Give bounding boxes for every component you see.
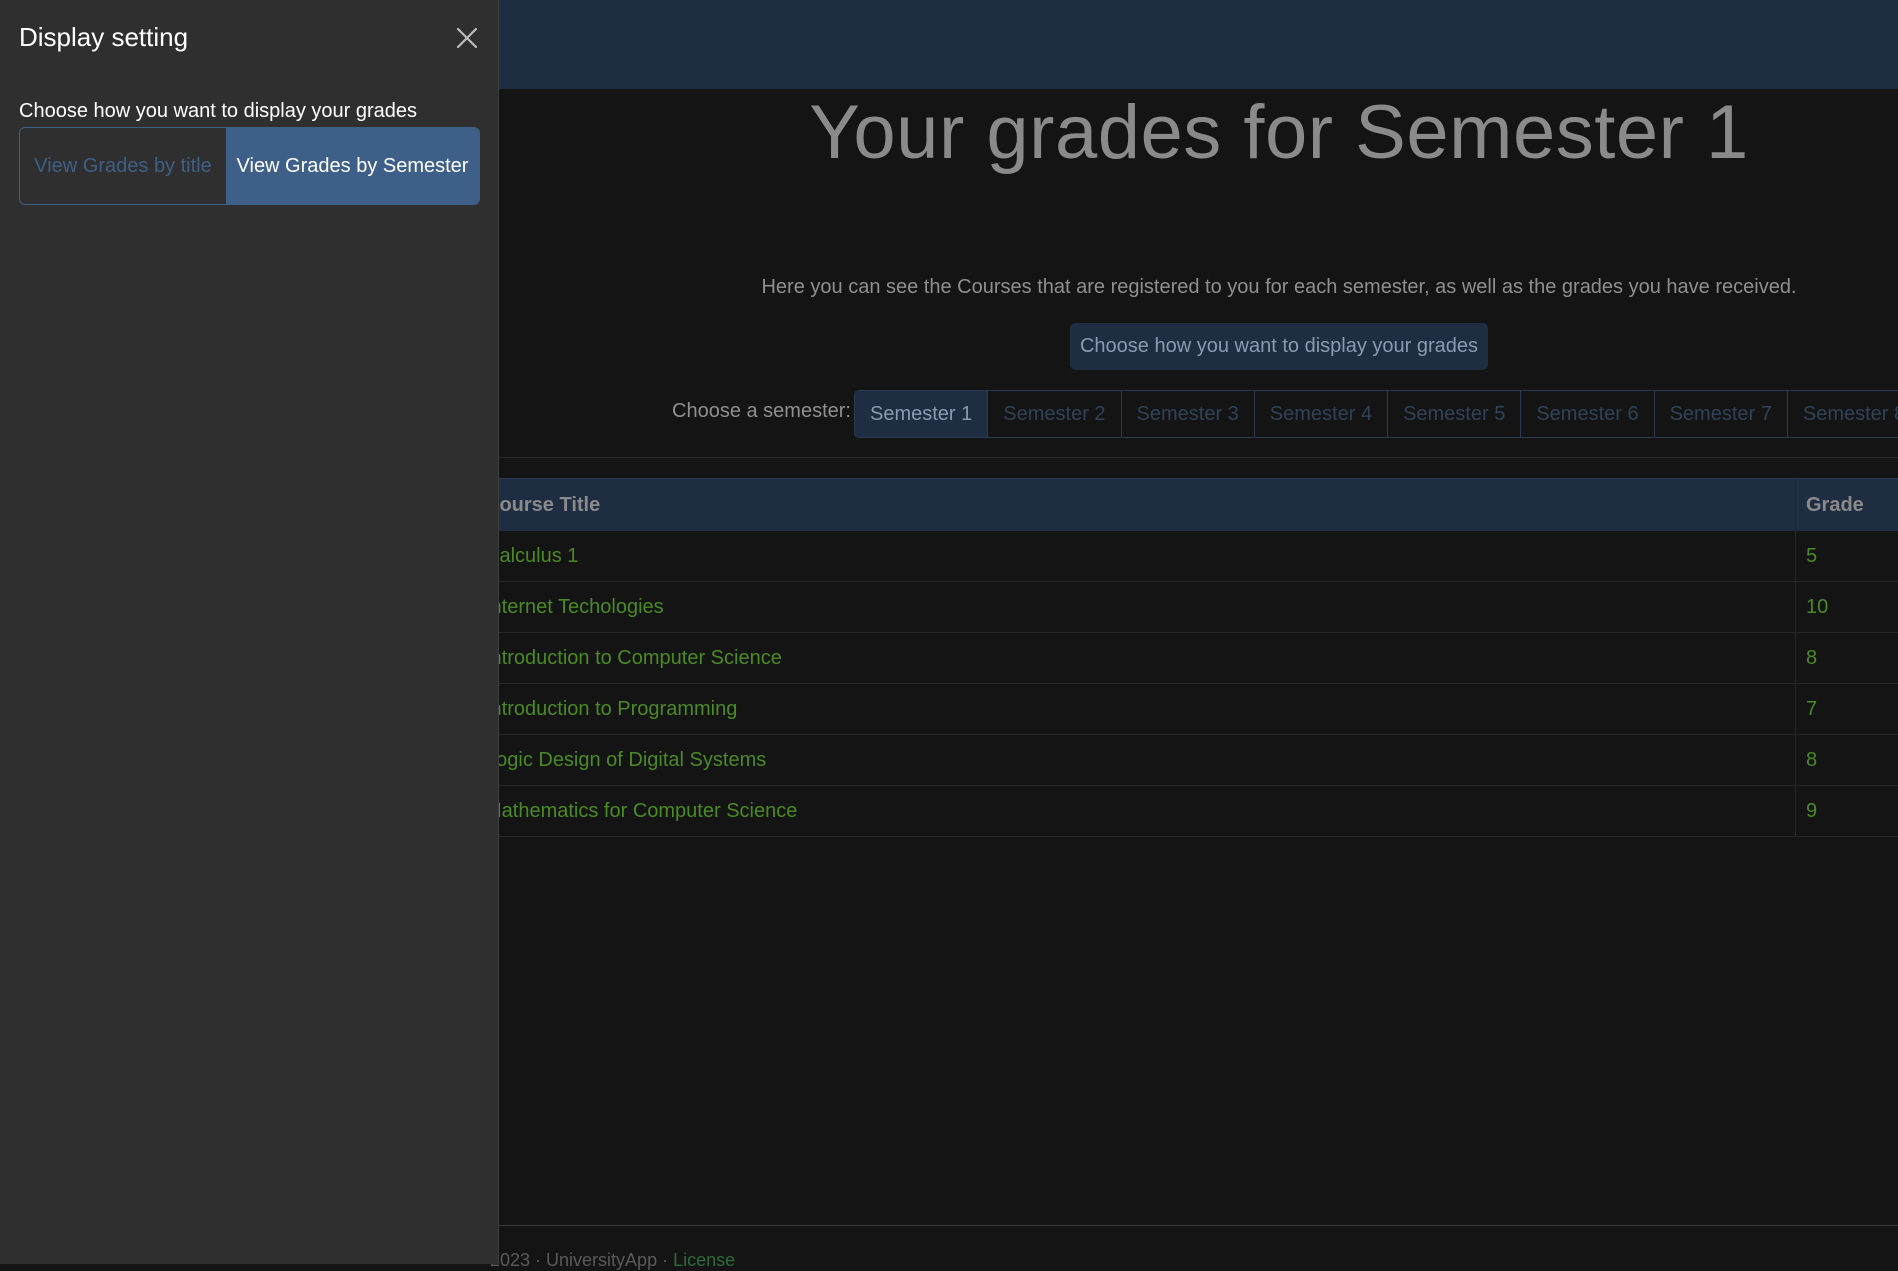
table-row: Mathematics for Computer Science 9: [475, 786, 1898, 837]
display-settings-offcanvas: Display setting Choose how you want to d…: [0, 0, 499, 1264]
footer-text: 2023 · UniversityApp ·: [490, 1250, 668, 1270]
semester-7-button[interactable]: Semester 7: [1655, 391, 1788, 437]
semester-6-button[interactable]: Semester 6: [1521, 391, 1654, 437]
column-header-grade: Grade: [1796, 479, 1898, 532]
grade-cell: 8: [1796, 633, 1898, 684]
grade-cell: 10: [1796, 582, 1898, 633]
semester-4-button[interactable]: Semester 4: [1255, 391, 1388, 437]
semester-button-group: Semester 1 Semester 2 Semester 3 Semeste…: [854, 390, 1898, 438]
semester-2-button[interactable]: Semester 2: [988, 391, 1121, 437]
grade-cell: 7: [1796, 684, 1898, 735]
table-row: Internet Techologies 10: [475, 582, 1898, 633]
grades-table: Course Title Grade Calculus 1 5 Internet…: [475, 478, 1898, 837]
table-row: Introduction to Programming 7: [475, 684, 1898, 735]
display-settings-button[interactable]: Choose how you want to display your grad…: [1070, 323, 1488, 370]
semester-1-button[interactable]: Semester 1: [855, 391, 988, 437]
table-row: Calculus 1 5: [475, 531, 1898, 582]
semester-3-button[interactable]: Semester 3: [1122, 391, 1255, 437]
close-icon: [449, 20, 485, 56]
footer-divider: [499, 1225, 1898, 1226]
course-title-link[interactable]: Introduction to Programming: [475, 684, 1796, 735]
course-title-link[interactable]: Internet Techologies: [475, 582, 1796, 633]
section-divider: [499, 457, 1898, 458]
intro-text: Here you can see the Courses that are re…: [500, 276, 1898, 299]
course-title-link[interactable]: Mathematics for Computer Science: [475, 786, 1796, 837]
table-row: Logic Design of Digital Systems 8: [475, 735, 1898, 786]
grade-cell: 8: [1796, 735, 1898, 786]
view-by-semester-button[interactable]: View Grades by Semester: [226, 128, 479, 204]
page-title: Your grades for Semester 1: [500, 90, 1898, 176]
offcanvas-title: Display setting: [19, 22, 188, 53]
table-row: Introduction to Computer Science 8: [475, 633, 1898, 684]
grade-cell: 9: [1796, 786, 1898, 837]
footer: 2023 · UniversityApp · License: [490, 1250, 735, 1271]
display-prompt: Choose how you want to display your grad…: [19, 100, 417, 123]
table-header-row: Course Title Grade: [475, 479, 1898, 532]
license-link[interactable]: License: [673, 1250, 735, 1270]
course-title-link[interactable]: Logic Design of Digital Systems: [475, 735, 1796, 786]
grade-cell: 5: [1796, 531, 1898, 582]
semester-5-button[interactable]: Semester 5: [1388, 391, 1521, 437]
view-mode-toggle-group: View Grades by title View Grades by Seme…: [19, 127, 480, 205]
semester-label: Choose a semester:: [672, 400, 851, 423]
course-title-link[interactable]: Calculus 1: [475, 531, 1796, 582]
column-header-course-title: Course Title: [475, 479, 1796, 532]
semester-8-button[interactable]: Semester 8: [1788, 391, 1898, 437]
close-button[interactable]: [449, 20, 485, 56]
view-by-title-button[interactable]: View Grades by title: [20, 128, 226, 204]
course-title-link[interactable]: Introduction to Computer Science: [475, 633, 1796, 684]
